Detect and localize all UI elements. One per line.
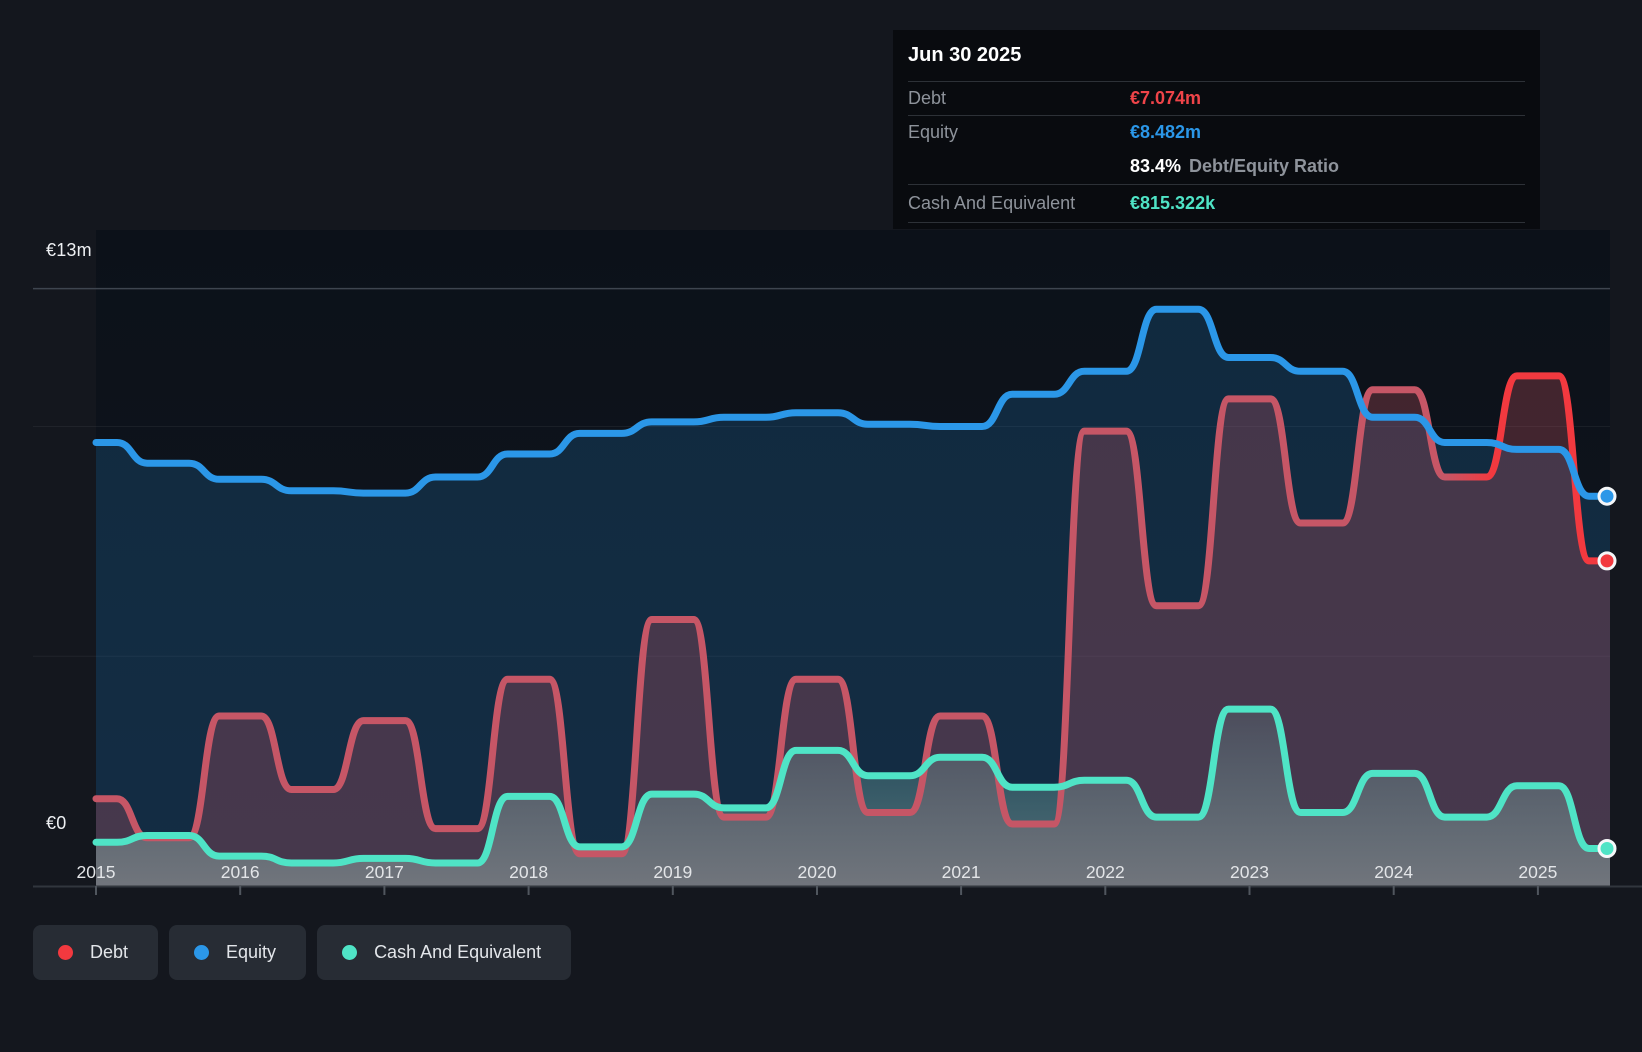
tooltip-cash-label: Cash And Equivalent bbox=[908, 193, 1076, 213]
x-tick-label: 2022 bbox=[1086, 862, 1125, 882]
x-tick-label: 2020 bbox=[798, 862, 837, 882]
x-tick-label: 2024 bbox=[1374, 862, 1413, 882]
x-tick-label: 2023 bbox=[1230, 862, 1269, 882]
y-axis-label-max: €13m bbox=[46, 240, 92, 260]
tooltip-ratio-label: Debt/Equity Ratio bbox=[1189, 155, 1340, 176]
legend-item-equity[interactable]: Equity bbox=[169, 925, 307, 980]
tooltip-equity-value: €8.482m bbox=[1130, 121, 1202, 142]
cash-dot-icon bbox=[342, 945, 358, 960]
x-tick-label: 2018 bbox=[509, 862, 548, 882]
x-tick-label: 2025 bbox=[1518, 862, 1557, 882]
tooltip-equity-label: Equity bbox=[908, 121, 959, 142]
tooltip-ratio-value: 83.4% bbox=[1130, 155, 1182, 176]
tooltip-debt-label: Debt bbox=[908, 88, 947, 108]
legend-equity-label: Equity bbox=[226, 942, 277, 962]
debt-dot-icon bbox=[58, 945, 73, 960]
legend-item-cash[interactable]: Cash And Equivalent bbox=[317, 925, 572, 980]
cash-end-dot[interactable] bbox=[1597, 839, 1617, 858]
tooltip-debt-value: €7.074m bbox=[1130, 88, 1202, 108]
legend-item-debt[interactable]: Debt bbox=[33, 925, 159, 980]
tooltip-date: Jun 30 2025 bbox=[908, 44, 1022, 66]
debt-end-dot[interactable] bbox=[1597, 551, 1617, 571]
y-axis-label-zero: €0 bbox=[46, 813, 67, 833]
chart-tooltip: Jun 30 2025 Debt €7.074m Equity €8.482m … bbox=[893, 30, 1540, 229]
chart-legend: Debt Equity Cash And Equivalent bbox=[33, 925, 582, 980]
legend-debt-label: Debt bbox=[90, 942, 129, 962]
x-tick-label: 2017 bbox=[365, 862, 404, 882]
x-tick-label: 2015 bbox=[77, 862, 116, 882]
equity-dot-icon bbox=[194, 945, 210, 960]
x-tick-label: 2019 bbox=[653, 862, 692, 882]
equity-end-dot[interactable] bbox=[1597, 486, 1617, 506]
legend-cash-label: Cash And Equivalent bbox=[374, 942, 542, 962]
x-tick-label: 2016 bbox=[221, 862, 260, 882]
tooltip-cash-value: €815.322k bbox=[1130, 193, 1216, 213]
x-tick-label: 2021 bbox=[942, 862, 981, 882]
tooltip-divider bbox=[908, 222, 1525, 223]
